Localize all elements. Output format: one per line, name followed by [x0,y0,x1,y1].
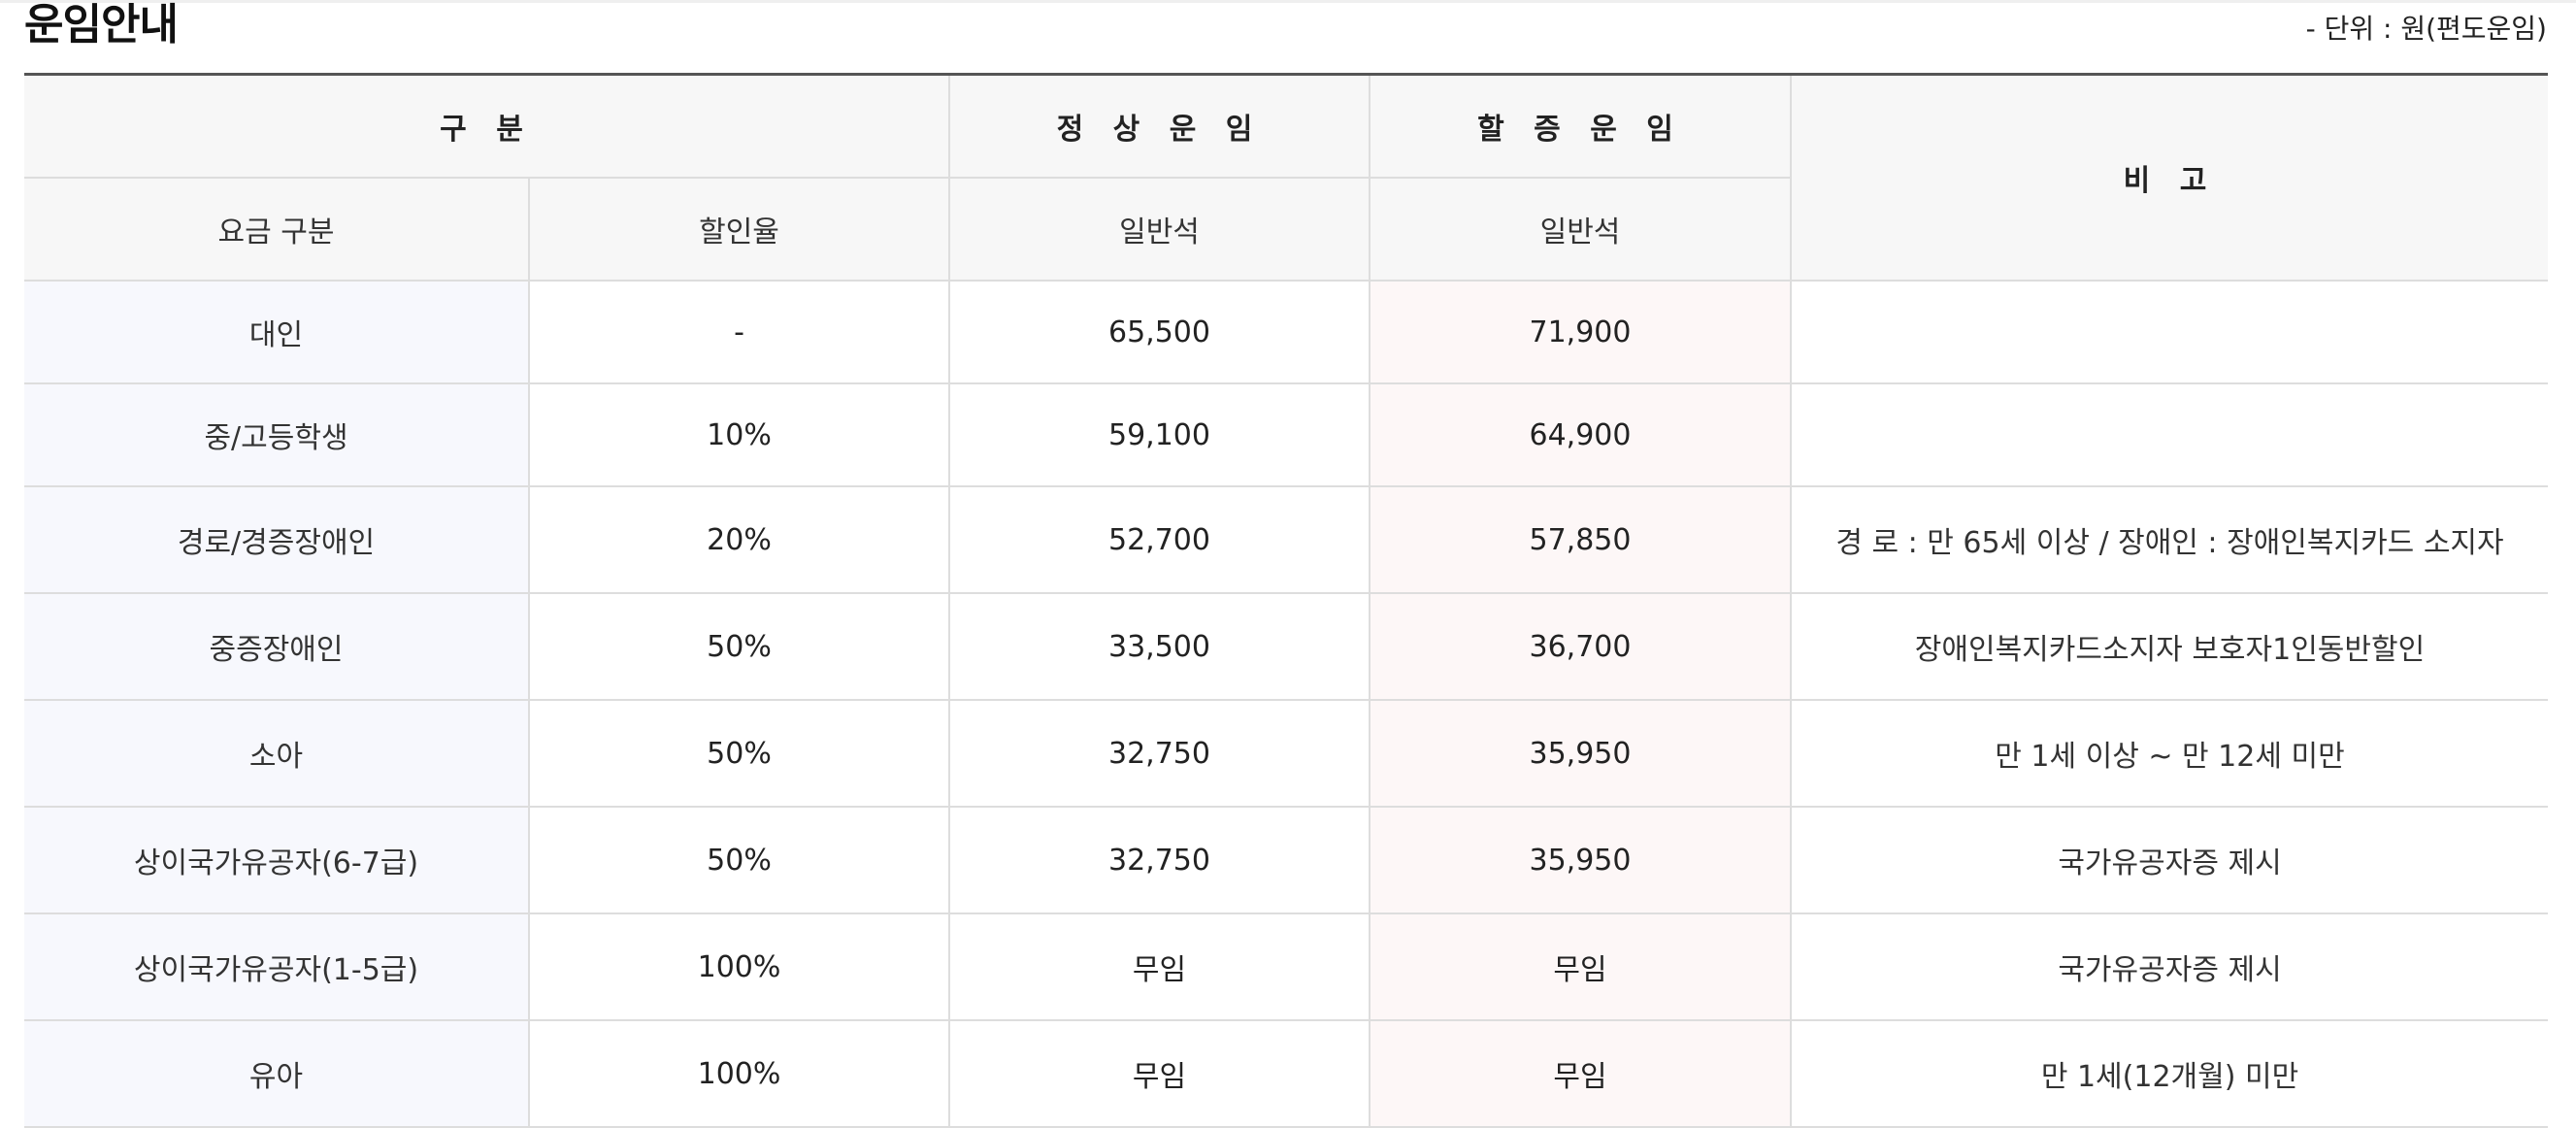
cell-discount: - [528,280,950,384]
table-row: 중증장애인 50% 33,500 36,700 장애인복지카드소지자 보호자1인… [24,592,2548,701]
page-title: 운임안내 [24,0,179,50]
header-remarks: 비 고 [1790,76,2548,282]
table-row: 유아 100% 무임 무임 만 1세(12개월) 미만 [24,1019,2548,1128]
cell-discount: 100% [528,1019,950,1128]
cell-remarks [1790,382,2548,487]
cell-normal-fare: 33,500 [948,592,1371,701]
cell-fare-type: 대인 [24,280,530,384]
cell-fare-type: 상이국가유공자(1-5급) [24,912,530,1021]
cell-normal-fare: 32,750 [948,699,1371,808]
header-category: 구 분 [24,76,950,179]
cell-surge-fare: 71,900 [1369,280,1792,384]
cell-surge-fare: 35,950 [1369,699,1792,808]
subheader-surge-seat: 일반석 [1369,177,1791,282]
cell-normal-fare: 무임 [948,1019,1371,1128]
cell-discount: 50% [528,699,950,808]
cell-normal-fare: 59,100 [948,382,1371,487]
cell-remarks: 만 1세(12개월) 미만 [1790,1019,2548,1128]
cell-fare-type: 중증장애인 [24,592,530,701]
table-row: 대인 - 65,500 71,900 [24,280,2548,384]
cell-remarks: 국가유공자증 제시 [1790,806,2548,914]
subheader-normal-seat: 일반석 [948,177,1371,282]
cell-normal-fare: 무임 [948,912,1371,1021]
cell-surge-fare: 무임 [1369,912,1792,1021]
cell-discount: 20% [528,485,950,594]
header-normal-fare: 정 상 운 임 [948,76,1371,179]
cell-fare-type: 유아 [24,1019,530,1128]
cell-surge-fare: 35,950 [1369,806,1792,914]
cell-remarks: 경 로 : 만 65세 이상 / 장애인 : 장애인복지카드 소지자 [1790,485,2548,594]
table-row: 상이국가유공자(6-7급) 50% 32,750 35,950 국가유공자증 제… [24,806,2548,914]
unit-note: - 단위 : 원(편도운임) [2305,13,2547,45]
cell-remarks: 만 1세 이상 ~ 만 12세 미만 [1790,699,2548,808]
cell-discount: 10% [528,382,950,487]
cell-fare-type: 중/고등학생 [24,382,530,487]
cell-remarks: 장애인복지카드소지자 보호자1인동반할인 [1790,592,2548,701]
cell-surge-fare: 무임 [1369,1019,1792,1128]
cell-normal-fare: 32,750 [948,806,1371,914]
top-edge [0,0,2576,3]
subheader-fare-type: 요금 구분 [24,177,530,282]
cell-discount: 50% [528,806,950,914]
cell-fare-type: 경로/경증장애인 [24,485,530,594]
cell-discount: 100% [528,912,950,1021]
cell-surge-fare: 57,850 [1369,485,1792,594]
header-surge-fare: 할 증 운 임 [1369,76,1792,179]
table-row: 소아 50% 32,750 35,950 만 1세 이상 ~ 만 12세 미만 [24,699,2548,808]
cell-remarks [1790,280,2548,384]
cell-normal-fare: 52,700 [948,485,1371,594]
cell-fare-type: 상이국가유공자(6-7급) [24,806,530,914]
cell-surge-fare: 36,700 [1369,592,1792,701]
table-row: 경로/경증장애인 20% 52,700 57,850 경 로 : 만 65세 이… [24,485,2548,594]
fare-table: 구 분 정 상 운 임 할 증 운 임 비 고 요금 구분 할인율 일반석 일반… [24,76,2548,1128]
table-row: 상이국가유공자(1-5급) 100% 무임 무임 국가유공자증 제시 [24,912,2548,1021]
cell-remarks: 국가유공자증 제시 [1790,912,2548,1021]
cell-discount: 50% [528,592,950,701]
subheader-discount-rate: 할인율 [528,177,950,282]
cell-surge-fare: 64,900 [1369,382,1792,487]
cell-fare-type: 소아 [24,699,530,808]
table-row: 중/고등학생 10% 59,100 64,900 [24,382,2548,487]
cell-normal-fare: 65,500 [948,280,1371,384]
